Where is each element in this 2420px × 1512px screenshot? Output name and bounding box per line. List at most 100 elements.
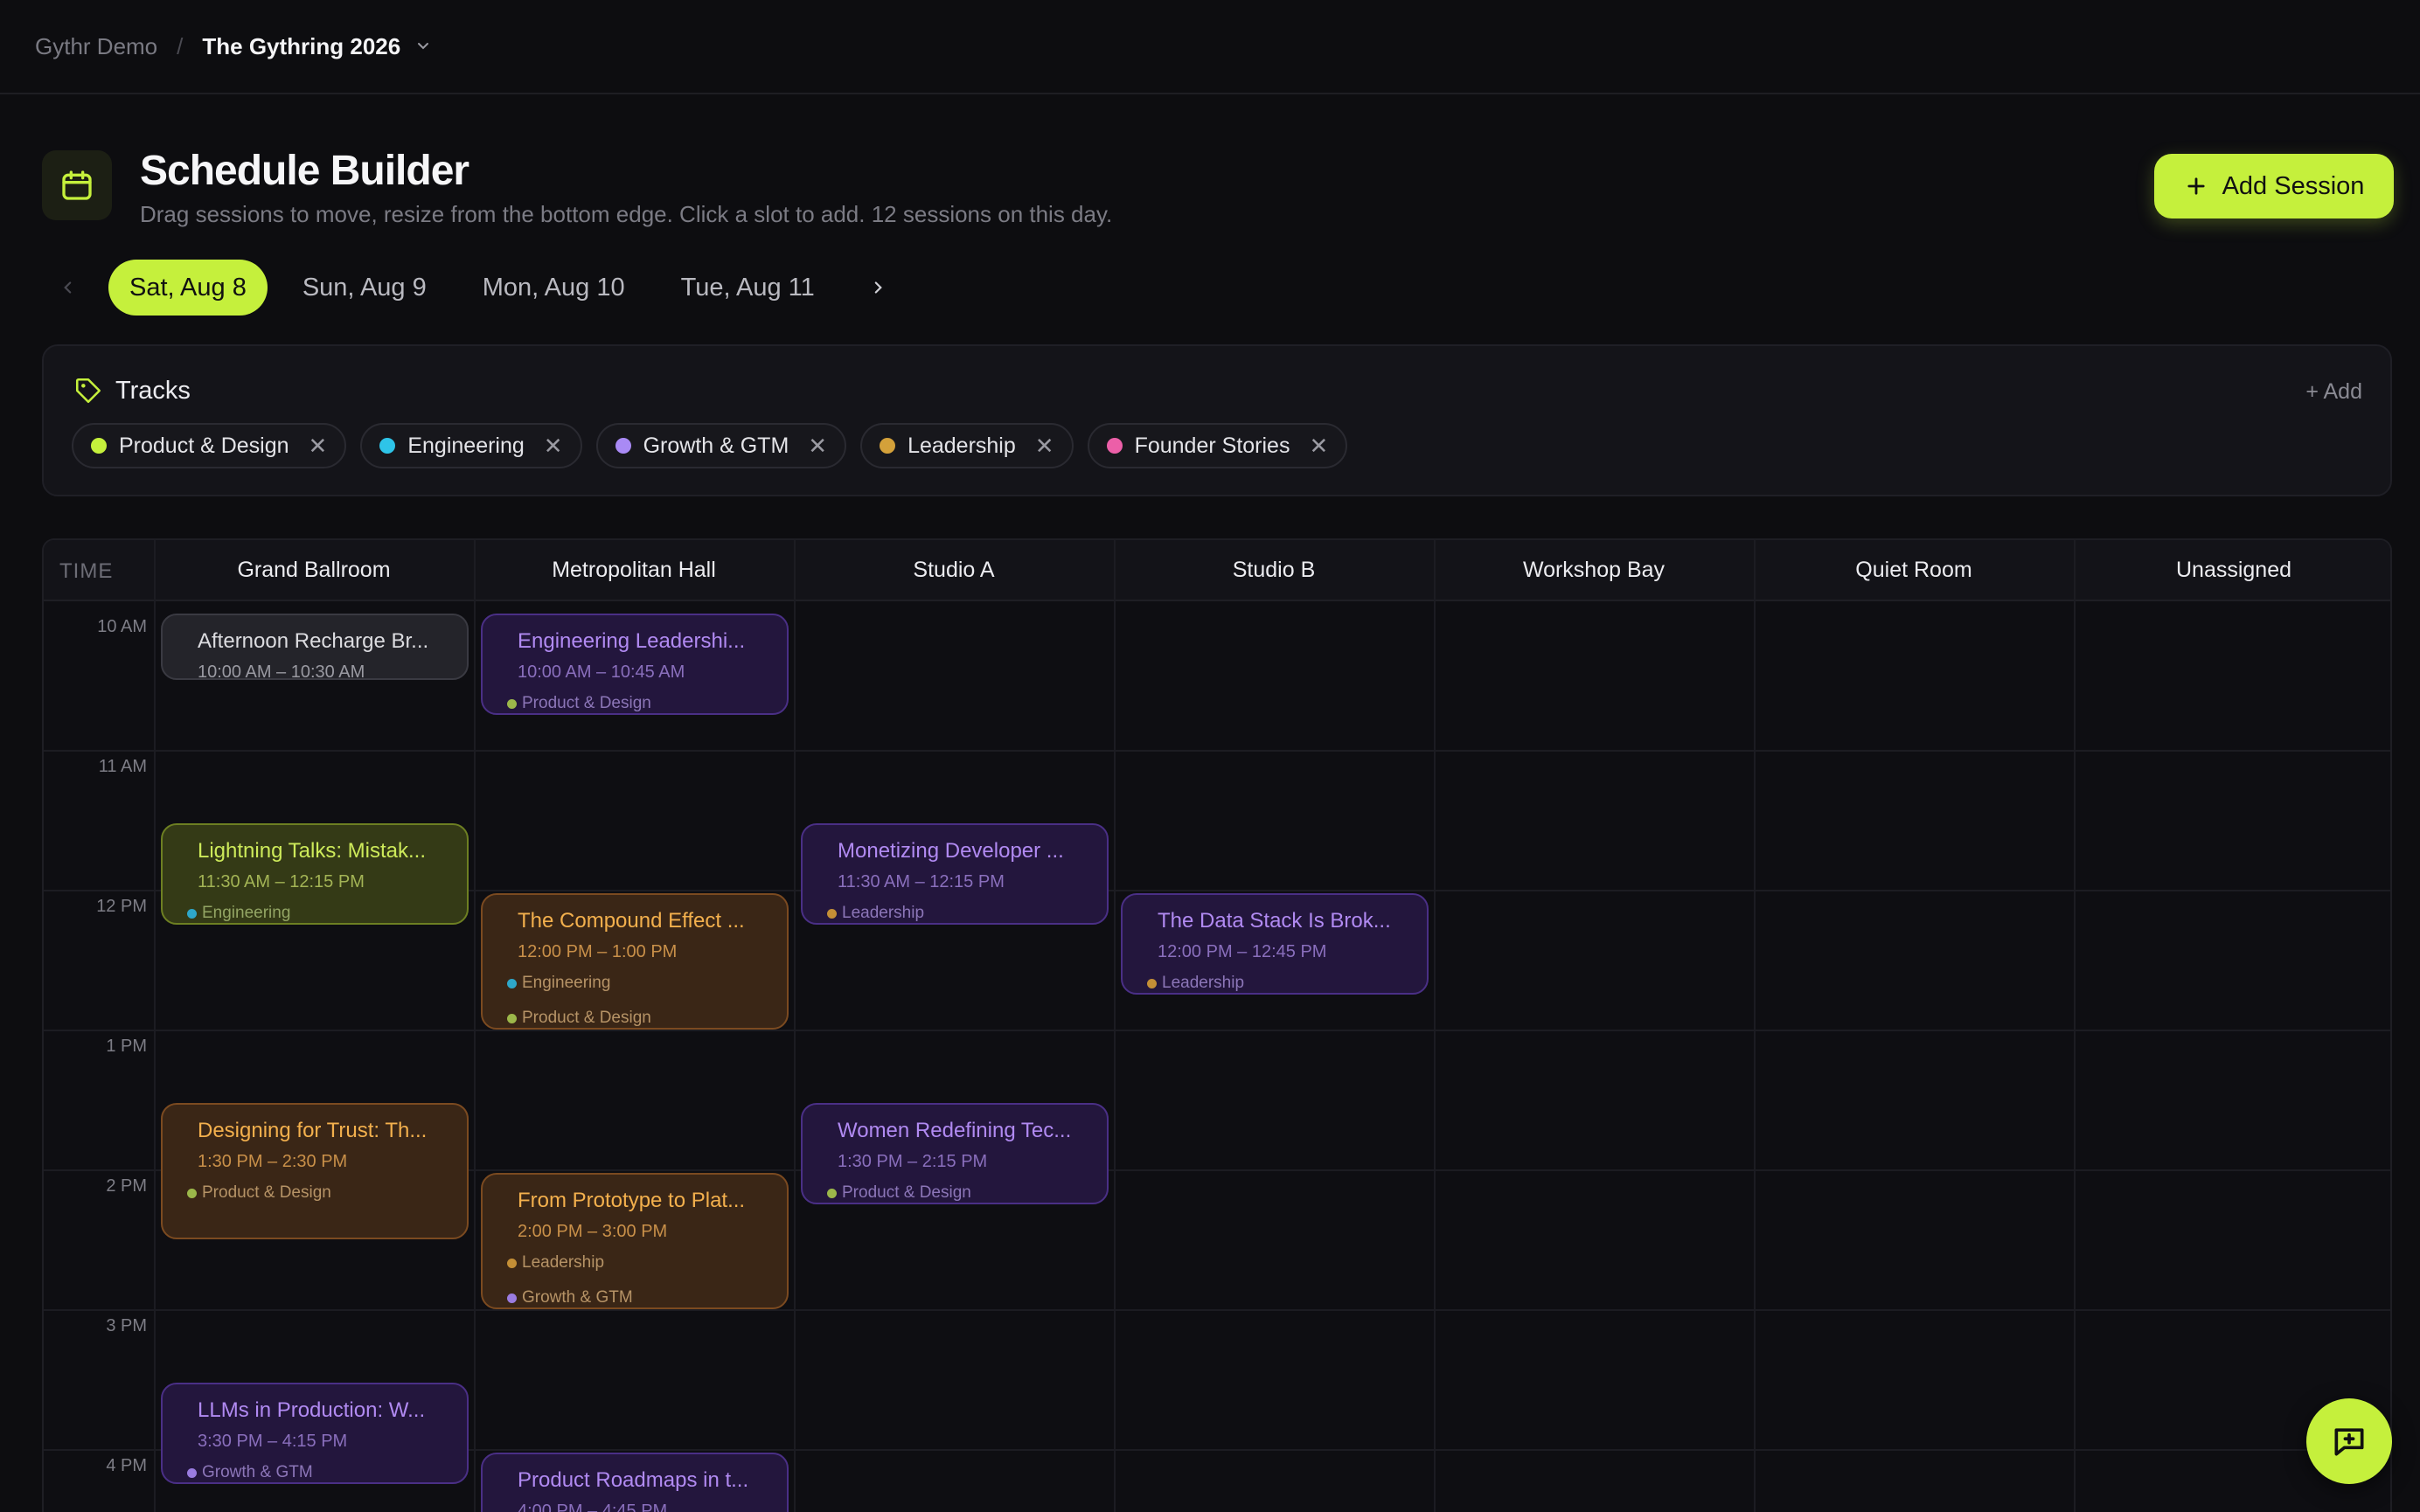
session-track-label: Product & Design — [522, 1009, 651, 1027]
track-chip[interactable]: Engineering ✕ — [360, 423, 582, 468]
next-day-icon[interactable] — [862, 272, 894, 303]
event-switcher[interactable]: The Gythring 2026 — [202, 33, 400, 60]
remove-track-icon[interactable]: ✕ — [1309, 433, 1328, 460]
hour-label: 4 PM — [106, 1456, 147, 1475]
hour-label: 11 AM — [98, 757, 147, 776]
column-divider — [1114, 540, 1116, 1512]
session-time: 12:00 PM – 12:45 PM — [1158, 942, 1327, 961]
page-subtitle: Drag sessions to move, resize from the b… — [140, 201, 1113, 227]
session-time: 1:30 PM – 2:15 PM — [838, 1152, 988, 1171]
session-track-label: Leadership — [842, 904, 925, 922]
session-track: Product & Design — [507, 1009, 651, 1028]
room-header: Grand Ballroom — [237, 558, 391, 582]
track-color-dot — [827, 908, 837, 919]
tracks-panel: Tracks + Add Product & Design ✕ Engineerin… — [42, 344, 2392, 496]
session-time: 4:00 PM – 4:45 PM — [518, 1502, 668, 1512]
session-card[interactable]: Women Redefining Tec... 1:30 PM – 2:15 PM… — [801, 1103, 1109, 1204]
session-track: Product & Design — [507, 694, 651, 713]
column-divider — [2074, 540, 2076, 1512]
breadcrumb-root[interactable]: Gythr Demo — [35, 33, 157, 60]
session-card[interactable]: Engineering Leadershi... 10:00 AM – 10:45… — [481, 614, 789, 715]
feedback-button[interactable] — [2306, 1398, 2392, 1484]
session-track-label: Product & Design — [522, 694, 651, 712]
session-title: The Data Stack Is Brok... — [1158, 909, 1391, 933]
room-header: Quiet Room — [1855, 558, 1972, 582]
session-title: Monetizing Developer ... — [838, 839, 1064, 863]
tab-day-4[interactable]: Tue, Aug 11 — [660, 260, 836, 316]
session-track: Leadership — [1147, 974, 1244, 993]
track-chip-label: Product & Design — [119, 433, 289, 458]
column-divider — [1754, 540, 1756, 1512]
session-time: 11:30 AM – 12:15 PM — [198, 872, 365, 891]
session-track: Product & Design — [187, 1183, 331, 1203]
hour-divider — [44, 1309, 2390, 1311]
track-color-dot — [1147, 978, 1157, 988]
tab-day-1[interactable]: Sat, Aug 8 — [108, 260, 268, 316]
track-color-dot — [507, 1293, 517, 1303]
session-track-label: Product & Design — [842, 1183, 971, 1202]
track-color-dot — [507, 698, 517, 709]
track-color-dot — [615, 438, 631, 454]
session-time: 10:00 AM – 10:30 AM — [198, 662, 365, 680]
session-time: 3:30 PM – 4:15 PM — [198, 1432, 348, 1451]
track-color-dot — [1106, 438, 1123, 454]
session-card[interactable]: Lightning Talks: Mistak... 11:30 AM – 12:… — [161, 823, 469, 925]
day-tabs: Sat, Aug 8 Sun, Aug 9 Mon, Aug 10 Tue, A… — [52, 259, 894, 316]
remove-track-icon[interactable]: ✕ — [544, 433, 563, 460]
session-card[interactable]: From Prototype to Plat... 2:00 PM – 3:00 … — [481, 1173, 789, 1309]
room-header: Metropolitan Hall — [552, 558, 716, 582]
session-track: Growth & GTM — [187, 1463, 313, 1482]
session-card[interactable]: The Compound Effect ... 12:00 PM – 1:00 P… — [481, 893, 789, 1030]
column-divider — [794, 540, 796, 1512]
hour-divider — [44, 1030, 2390, 1031]
session-card[interactable]: Monetizing Developer ... 11:30 AM – 12:15… — [801, 823, 1109, 925]
remove-track-icon[interactable]: ✕ — [1035, 433, 1054, 460]
session-title: Engineering Leadershi... — [518, 629, 746, 653]
track-chip-label: Leadership — [908, 433, 1016, 458]
session-card[interactable]: Afternoon Recharge Br... 10:00 AM – 10:30… — [161, 614, 469, 680]
track-chip[interactable]: Product & Design ✕ — [72, 423, 347, 468]
plus-icon — [2187, 177, 2205, 195]
track-chip-label: Engineering — [407, 433, 525, 458]
session-time: 11:30 AM – 12:15 PM — [838, 872, 1005, 891]
session-track-label: Product & Design — [202, 1183, 331, 1202]
track-chip[interactable]: Founder Stories ✕ — [1087, 423, 1348, 468]
session-card[interactable]: LLMs in Production: W... 3:30 PM – 4:15 P… — [161, 1383, 469, 1484]
remove-track-icon[interactable]: ✕ — [309, 433, 328, 460]
page-title: Schedule Builder — [140, 148, 469, 194]
track-color-dot — [507, 978, 517, 988]
session-time: 2:00 PM – 3:00 PM — [518, 1222, 668, 1241]
session-title: The Compound Effect ... — [518, 909, 745, 933]
session-track-label: Growth & GTM — [522, 1288, 633, 1307]
add-session-button[interactable]: Add Session — [2154, 154, 2394, 218]
session-time: 1:30 PM – 2:30 PM — [198, 1152, 348, 1171]
session-track-label: Leadership — [522, 1253, 605, 1272]
tab-day-3[interactable]: Mon, Aug 10 — [462, 260, 646, 316]
session-track: Leadership — [507, 1253, 604, 1273]
prev-day-icon[interactable] — [52, 272, 84, 303]
track-color-dot — [507, 1258, 517, 1268]
add-track-button[interactable]: + Add — [2305, 379, 2362, 405]
session-title: Designing for Trust: Th... — [198, 1119, 428, 1142]
session-track: Growth & GTM — [507, 1288, 633, 1307]
session-card[interactable]: The Data Stack Is Brok... 12:00 PM – 12:4… — [1121, 893, 1429, 995]
session-card[interactable]: Product Roadmaps in t... 4:00 PM – 4:45 P… — [481, 1453, 789, 1512]
track-chip[interactable]: Growth & GTM ✕ — [595, 423, 847, 468]
session-title: Lightning Talks: Mistak... — [198, 839, 427, 863]
hour-divider — [44, 750, 2390, 752]
track-chip[interactable]: Leadership ✕ — [860, 423, 1074, 468]
grid-header: TIME Grand Ballroom Metropolitan Hall Stud… — [44, 540, 2390, 601]
session-track-label: Growth & GTM — [202, 1463, 313, 1481]
session-track-label: Engineering — [202, 904, 291, 922]
track-color-dot — [187, 908, 197, 919]
track-color-dot — [91, 438, 107, 454]
session-title: LLMs in Production: W... — [198, 1398, 426, 1422]
chevron-down-icon[interactable] — [414, 38, 432, 55]
session-card[interactable]: Designing for Trust: Th... 1:30 PM – 2:30… — [161, 1103, 469, 1239]
track-chips: Product & Design ✕ Engineering ✕ Growth & GT… — [72, 423, 1348, 468]
room-header: Workshop Bay — [1522, 558, 1665, 582]
tab-day-2[interactable]: Sun, Aug 9 — [282, 260, 448, 316]
time-column-header: TIME — [59, 559, 114, 583]
room-header: Unassigned — [2175, 558, 2292, 582]
remove-track-icon[interactable]: ✕ — [808, 433, 827, 460]
